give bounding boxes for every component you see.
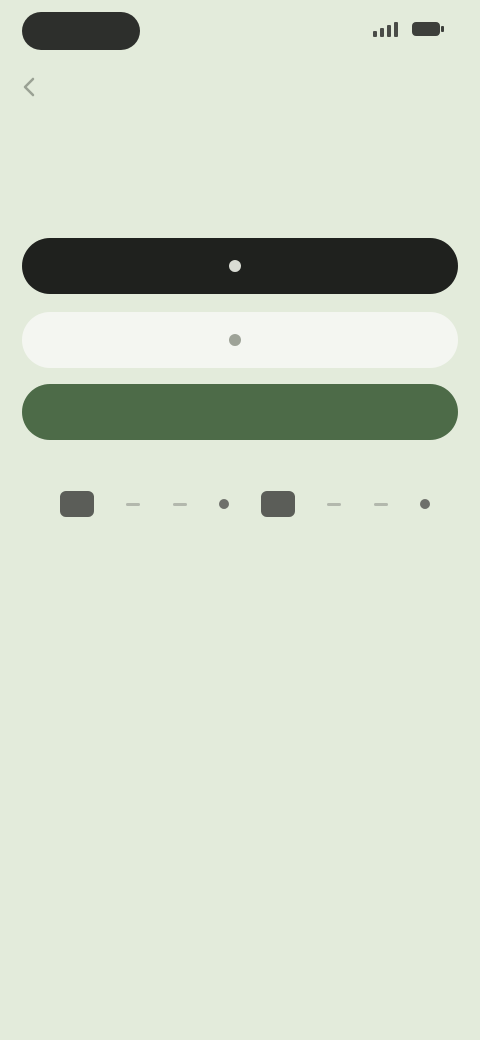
status-indicators <box>373 21 444 37</box>
secondary-light-button[interactable] <box>22 312 458 368</box>
button-icon <box>225 330 245 350</box>
pager-dash <box>373 502 388 506</box>
pager-dash <box>172 502 187 506</box>
status-time-pill <box>22 12 140 50</box>
chevron-left-icon <box>23 77 35 97</box>
signal-icon <box>373 21 398 37</box>
pager-dot[interactable] <box>218 499 229 509</box>
button-icon <box>225 256 245 276</box>
accent-green-button[interactable] <box>22 384 458 440</box>
pager-block[interactable] <box>261 491 296 517</box>
pager-dash <box>327 502 342 506</box>
back-button[interactable] <box>22 72 62 102</box>
pager-dash <box>126 502 141 506</box>
screen <box>0 0 480 1040</box>
pager-dot[interactable] <box>419 499 430 509</box>
primary-dark-button[interactable] <box>22 238 458 294</box>
pager-block[interactable] <box>60 491 94 517</box>
battery-icon <box>412 22 444 36</box>
pager-row <box>60 486 430 522</box>
